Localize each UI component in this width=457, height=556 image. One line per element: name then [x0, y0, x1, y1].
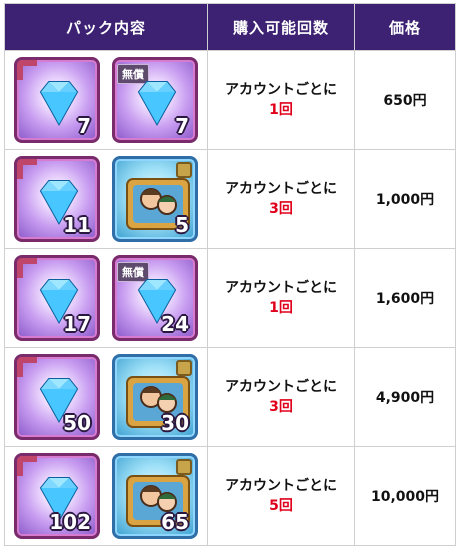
limit-text: アカウントごとに [225, 280, 337, 296]
pack-contents-cell: 7 無償 7 [4, 50, 208, 150]
limit-times: 5回 [269, 498, 293, 514]
header-row: パック内容 購入可能回数 価格 [4, 3, 456, 51]
price-value: 1,600円 [375, 291, 435, 307]
price-cell: 1,000円 [354, 149, 456, 249]
item-icon: 11 [14, 156, 100, 242]
item-icon: 無償 24 [112, 255, 198, 341]
item-count: 17 [63, 312, 91, 336]
limit-cell: アカウントごとに 3回 [207, 347, 355, 447]
table-row: 17 無償 24 アカウントごとに 1回 1,600円 [4, 248, 456, 348]
limit-times: 3回 [269, 201, 293, 217]
limit-text: アカウントごとに [225, 82, 337, 98]
limit-text: アカウントごとに [225, 181, 337, 197]
item-count: 7 [175, 114, 189, 138]
limit-cell: アカウントごとに 1回 [207, 248, 355, 348]
item-icon: 無償 7 [112, 57, 198, 143]
table-row: 50 30 アカウントごとに 3回 4,900円 [4, 347, 456, 447]
header-contents: パック内容 [4, 3, 208, 51]
limit-times: 1回 [269, 300, 293, 316]
price-cell: 650円 [354, 50, 456, 150]
limit-cell: アカウントごとに 1回 [207, 50, 355, 150]
price-cell: 1,600円 [354, 248, 456, 348]
pack-contents-cell: 102 65 [4, 446, 208, 546]
price-cell: 4,900円 [354, 347, 456, 447]
limit-text: アカウントごとに [225, 379, 337, 395]
item-icon: 30 [112, 354, 198, 440]
item-count: 102 [49, 510, 91, 534]
item-icon: 5 [112, 156, 198, 242]
item-count: 30 [161, 411, 189, 435]
item-icon: 50 [14, 354, 100, 440]
item-icon: 7 [14, 57, 100, 143]
header-price: 価格 [354, 3, 456, 51]
item-count: 11 [63, 213, 91, 237]
table-row: 102 65 アカウントごとに 5回 10,000円 [4, 446, 456, 546]
item-count: 7 [77, 114, 91, 138]
item-count: 50 [63, 411, 91, 435]
item-icon: 102 [14, 453, 100, 539]
table-row: 11 5 アカウントごとに 3回 1,000円 [4, 149, 456, 249]
table-row: 7 無償 7 アカウントごとに 1回 650円 [4, 50, 456, 150]
item-icon: 65 [112, 453, 198, 539]
price-value: 1,000円 [375, 192, 435, 208]
limit-text: アカウントごとに [225, 478, 337, 494]
item-count: 65 [161, 510, 189, 534]
limit-times: 1回 [269, 102, 293, 118]
pack-table: パック内容 購入可能回数 価格 7 無償 7 アカウントごとに 1回 650円 … [4, 3, 456, 546]
limit-times: 3回 [269, 399, 293, 415]
pack-contents-cell: 17 無償 24 [4, 248, 208, 348]
pack-contents-cell: 50 30 [4, 347, 208, 447]
price-value: 4,900円 [375, 390, 435, 406]
header-limit: 購入可能回数 [207, 3, 355, 51]
item-count: 5 [175, 213, 189, 237]
price-value: 650円 [383, 93, 427, 109]
pack-contents-cell: 11 5 [4, 149, 208, 249]
price-cell: 10,000円 [354, 446, 456, 546]
item-count: 24 [161, 312, 189, 336]
item-icon: 17 [14, 255, 100, 341]
limit-cell: アカウントごとに 3回 [207, 149, 355, 249]
price-value: 10,000円 [370, 489, 440, 505]
limit-cell: アカウントごとに 5回 [207, 446, 355, 546]
